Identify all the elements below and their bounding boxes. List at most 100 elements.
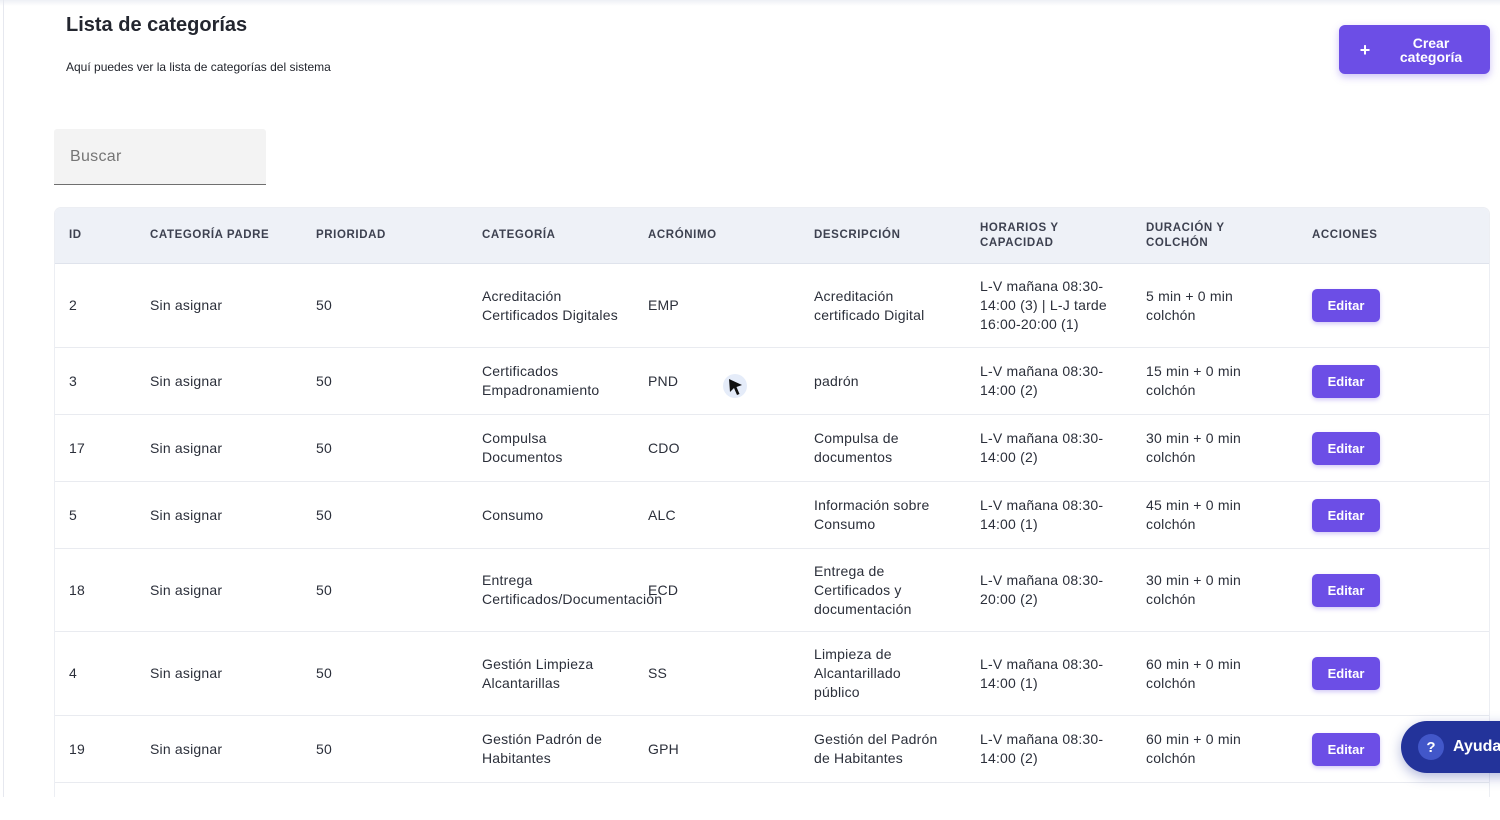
cell-duration: 60 min + 0 min colchón [1146,655,1242,691]
edit-button[interactable]: Editar [1312,364,1380,398]
column-header-duration: DURACIÓN Y COLCHÓN [1146,221,1225,249]
cell-description: Gestión del Padrón de Habitantes [814,731,938,766]
cell-parent: Sin asignar [150,297,223,313]
cell-id: 4 [69,665,77,681]
cell-priority: 50 [316,665,332,681]
cell-acronym: SS [648,665,668,681]
edit-button[interactable]: Editar [1312,431,1380,465]
edit-button[interactable]: Editar [1312,657,1380,690]
cell-actions: Editar [1312,289,1432,322]
table-row: 19 Sin asignar 50 Gestión Padrón de Habitan… [55,716,1489,783]
cell-acronym: GPH [648,740,679,757]
cell-category: Gestión Padrón de Habitantes [482,731,603,766]
cell-duration: 30 min + 0 min colchón [1146,430,1242,465]
mouse-cursor-icon [723,374,747,398]
cell-id: 5 [69,506,77,523]
cell-actions: Editar [1312,573,1432,607]
cell-priority: 50 [316,740,332,757]
cell-priority: 50 [316,581,332,598]
table-row: 5 Sin asignar 50 Consumo ALC Información sobr… [55,482,1489,549]
cell-description: Información sobre Consumo [814,497,930,532]
cell-category: Consumo [482,506,544,523]
cell-description: Entrega de Certificados y documentación [814,562,912,617]
cell-schedule: L-V mañana 08:30-14:00 (2) [980,731,1104,766]
cell-schedule: L-V mañana 08:30-14:00 (3) | L-J tarde 1… [980,278,1107,332]
cell-parent: Sin asignar [150,372,223,389]
cell-acronym: EMP [648,297,679,313]
cell-id: 19 [69,740,85,757]
plus-icon: + [1359,39,1371,60]
search-input[interactable] [54,129,266,185]
cell-actions: Editar [1312,657,1432,690]
cell-duration: 60 min + 0 min colchón [1146,731,1242,766]
cell-description: Compulsa de documentos [814,430,899,465]
cell-description: Limpieza de Alcantarillado público [814,646,901,700]
column-header-acronym: ACRÓNIMO [648,229,717,241]
page-title: Lista de categorías [66,14,248,36]
column-header-id: ID [69,229,82,241]
column-header-parent: CATEGORÍA PADRE [150,229,270,241]
edit-button[interactable]: Editar [1312,498,1380,532]
column-header-category: CATEGORÍA [482,229,556,241]
cell-category: Compulsa Documentos [482,430,563,465]
table-row: 3 Sin asignar 50 Certificados Empadronamien… [55,348,1489,415]
cell-acronym: CDO [648,439,680,456]
cell-duration: 5 min + 0 min colchón [1146,287,1234,323]
cell-schedule: L-V mañana 08:30-20:00 (2) [980,572,1104,607]
table-row: 18 Sin asignar 50 Entrega Certificados/Docu… [55,549,1489,632]
cell-description: Acreditación certificado Digital [814,287,925,323]
table-row: 17 Sin asignar 50 Compulsa Documentos CDO Com… [55,415,1489,482]
cell-schedule: L-V mañana 08:30-14:00 (2) [980,363,1104,398]
help-label: Ayuda [1453,738,1500,755]
top-shadow [0,0,1500,6]
viewport-bottom [0,797,1500,820]
create-category-label: Crear categoría [1399,34,1463,65]
cell-schedule: L-V mañana 08:30-14:00 (1) [980,497,1104,532]
cell-category: Entrega Certificados/Documentación [482,572,663,607]
cell-parent: Sin asignar [150,740,223,757]
create-category-button[interactable]: + Crear categoría [1339,25,1490,74]
cell-priority: 50 [316,506,332,523]
edit-button[interactable]: Editar [1312,573,1380,607]
cell-category: Gestión Limpieza Alcantarillas [482,655,594,691]
cell-priority: 50 [316,372,332,389]
cell-duration: 15 min + 0 min colchón [1146,363,1242,398]
cell-duration: 45 min + 0 min colchón [1146,497,1242,532]
cell-acronym: ALC [648,506,676,523]
cell-id: 2 [69,297,77,313]
help-button[interactable]: ? Ayuda [1401,721,1500,773]
cell-acronym: ECD [648,581,679,598]
sidebar-edge [3,0,4,798]
cell-priority: 50 [316,439,332,456]
table-row: 4 Sin asignar 50 Gestión Limpieza Alcantari… [55,632,1489,716]
cell-id: 17 [69,439,85,456]
cell-category: Certificados Empadronamiento [482,363,600,398]
column-header-description: DESCRIPCIÓN [814,229,901,241]
categories-table: ID CATEGORÍA PADRE PRIORIDAD CATEGORÍA A… [55,208,1489,820]
cell-parent: Sin asignar [150,439,223,456]
table-body: 2 Sin asignar 50 Acreditación Certificados … [55,264,1489,813]
cell-schedule: L-V mañana 08:30-14:00 (2) [980,430,1104,465]
cell-duration: 30 min + 0 min colchón [1146,572,1242,607]
edit-button[interactable]: Editar [1312,289,1380,322]
cell-actions: Editar [1312,364,1432,398]
edit-button[interactable]: Editar [1312,732,1380,766]
cell-actions: Editar [1312,431,1432,465]
cell-id: 3 [69,372,77,389]
page: Lista de categorías Aquí puedes ver la l… [0,0,1500,820]
column-header-actions: ACCIONES [1312,229,1378,241]
cell-priority: 50 [316,297,332,313]
column-header-priority: PRIORIDAD [316,229,386,241]
cell-parent: Sin asignar [150,581,223,598]
cell-description: padrón [814,372,859,389]
question-icon: ? [1418,734,1444,760]
page-subtitle: Aquí puedes ver la lista de categorías d… [66,60,331,74]
cell-parent: Sin asignar [150,506,223,523]
table-row: 2 Sin asignar 50 Acreditación Certificados … [55,264,1489,348]
cell-id: 18 [69,581,85,598]
cell-parent: Sin asignar [150,665,223,681]
column-header-schedule: HORARIOS Y CAPACIDAD [980,221,1059,249]
table-header: ID CATEGORÍA PADRE PRIORIDAD CATEGORÍA A… [55,208,1489,264]
cell-schedule: L-V mañana 08:30-14:00 (1) [980,655,1104,691]
cell-category: Acreditación Certificados Digitales [482,287,618,323]
